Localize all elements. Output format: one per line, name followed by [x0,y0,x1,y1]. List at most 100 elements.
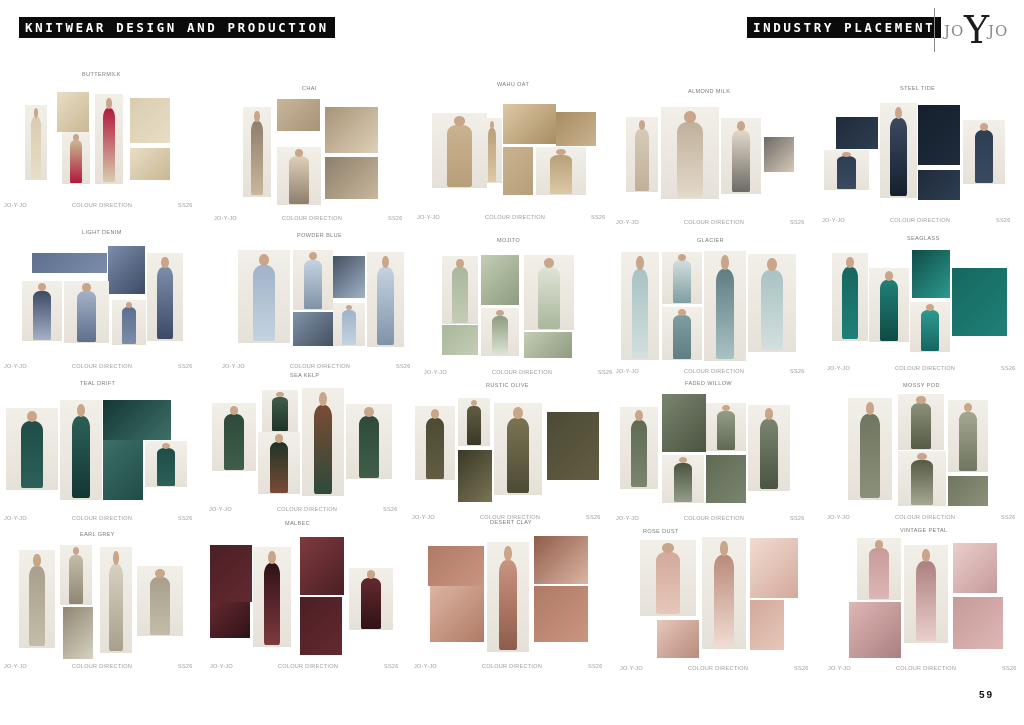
board-photo [103,440,143,500]
board-photo [302,388,344,496]
board-photo [6,408,58,490]
board-title-buttermilk: BUTTERMILK [82,72,121,78]
board-footer-section: COLOUR DIRECTION [278,664,339,670]
board-photo [556,112,596,146]
board-title-moss: MOSSY POD [903,383,940,389]
board-photo [948,400,988,472]
board-footer-brand: JO-Y-JO [4,364,27,370]
board-footer-section: COLOUR DIRECTION [72,203,133,209]
board-photo [503,147,533,195]
board-photo [534,586,588,642]
board-footer-section: COLOUR DIRECTION [72,664,133,670]
board-photo [503,104,556,144]
board-photo [145,441,187,487]
board-photo [536,147,586,195]
board-photo [524,255,574,330]
board-photo [432,113,487,188]
board-photo [912,250,950,298]
board-footer-season: SS26 [178,664,193,670]
board-footer-brand: JO-Y-JO [412,515,435,521]
board-photo [918,170,960,200]
board-photo [481,308,519,356]
board-photo [824,150,869,190]
board-photo [238,250,290,343]
section-title: KNITWEAR DESIGN AND PRODUCTION [19,17,335,38]
board-photo [60,400,102,500]
board-photo [481,255,519,305]
board-title-mojito: MOJITO [497,238,521,244]
board-photo [640,540,696,616]
board-footer-section: COLOUR DIRECTION [684,516,745,522]
board-photo [333,303,365,346]
board-title-chai: CHAI [302,86,317,92]
board-photo [130,98,170,143]
brand-logo: JO Y JO [938,8,1016,52]
logo-left-text: JO [944,22,965,40]
board-footer-brand: JO-Y-JO [210,664,233,670]
board-photo [367,252,404,347]
board-footer-brand: JO-Y-JO [620,666,643,672]
board-footer-brand: JO-Y-JO [616,516,639,522]
board-footer-brand: JO-Y-JO [209,507,232,513]
board-photo [662,252,702,304]
board-photo [880,103,917,198]
board-footer-section: COLOUR DIRECTION [890,218,951,224]
board-photo [748,405,790,491]
board-photo [277,99,320,131]
board-photo [524,332,572,358]
board-photo [112,300,146,345]
board-title-petal: VINTAGE PETAL [900,528,948,534]
board-photo [661,107,719,199]
board-photo [62,132,90,184]
board-footer-section: COLOUR DIRECTION [485,215,546,221]
placement-title: INDUSTRY PLACEMENT [747,17,942,38]
board-photo [750,600,784,650]
board-footer-brand: JO-Y-JO [4,664,27,670]
board-photo [748,254,796,352]
board-title-willow: FADED WILLOW [685,381,732,387]
board-photo [147,253,183,341]
board-footer-section: COLOUR DIRECTION [684,369,745,375]
board-photo [898,394,944,450]
board-footer-brand: JO-Y-JO [616,369,639,375]
board-footer-section: COLOUR DIRECTION [688,666,749,672]
board-title-clay: DESERT CLAY [490,520,532,526]
board-footer-season: SS26 [591,215,606,221]
board-photo [750,538,798,598]
board-footer-season: SS26 [1001,515,1016,521]
board-footer-section: COLOUR DIRECTION [895,366,956,372]
board-photo [764,137,794,172]
board-photo [430,586,484,642]
board-photo [60,545,92,605]
board-footer-season: SS26 [790,369,805,375]
board-photo [482,118,502,183]
board-photo [108,246,145,294]
board-photo [657,620,699,658]
board-photo [22,281,62,341]
board-footer-season: SS26 [996,218,1011,224]
board-footer-section: COLOUR DIRECTION [290,364,351,370]
board-photo [137,566,183,636]
board-photo [243,107,271,197]
board-photo [620,407,658,489]
board-photo [706,455,746,503]
board-title-olive: RUSTIC OLIVE [486,383,530,389]
board-footer-season: SS26 [178,516,193,522]
board-photo [212,403,256,471]
board-footer-brand: JO-Y-JO [828,666,851,672]
board-title-seaglass: SEAGLASS [907,236,940,242]
board-photo [103,400,171,440]
board-photo [869,268,909,342]
board-footer-season: SS26 [384,664,399,670]
board-photo [325,107,378,153]
board-photo [19,550,55,648]
board-photo [898,451,946,506]
board-footer-section: COLOUR DIRECTION [72,364,133,370]
board-photo [100,547,132,653]
board-photo [857,538,901,600]
board-title-oat: WAHU OAT [497,82,530,88]
board-footer-brand: JO-Y-JO [822,218,845,224]
board-photo [95,94,123,184]
board-footer-brand: JO-Y-JO [827,366,850,372]
board-title-powder: POWDER BLUE [297,233,343,239]
